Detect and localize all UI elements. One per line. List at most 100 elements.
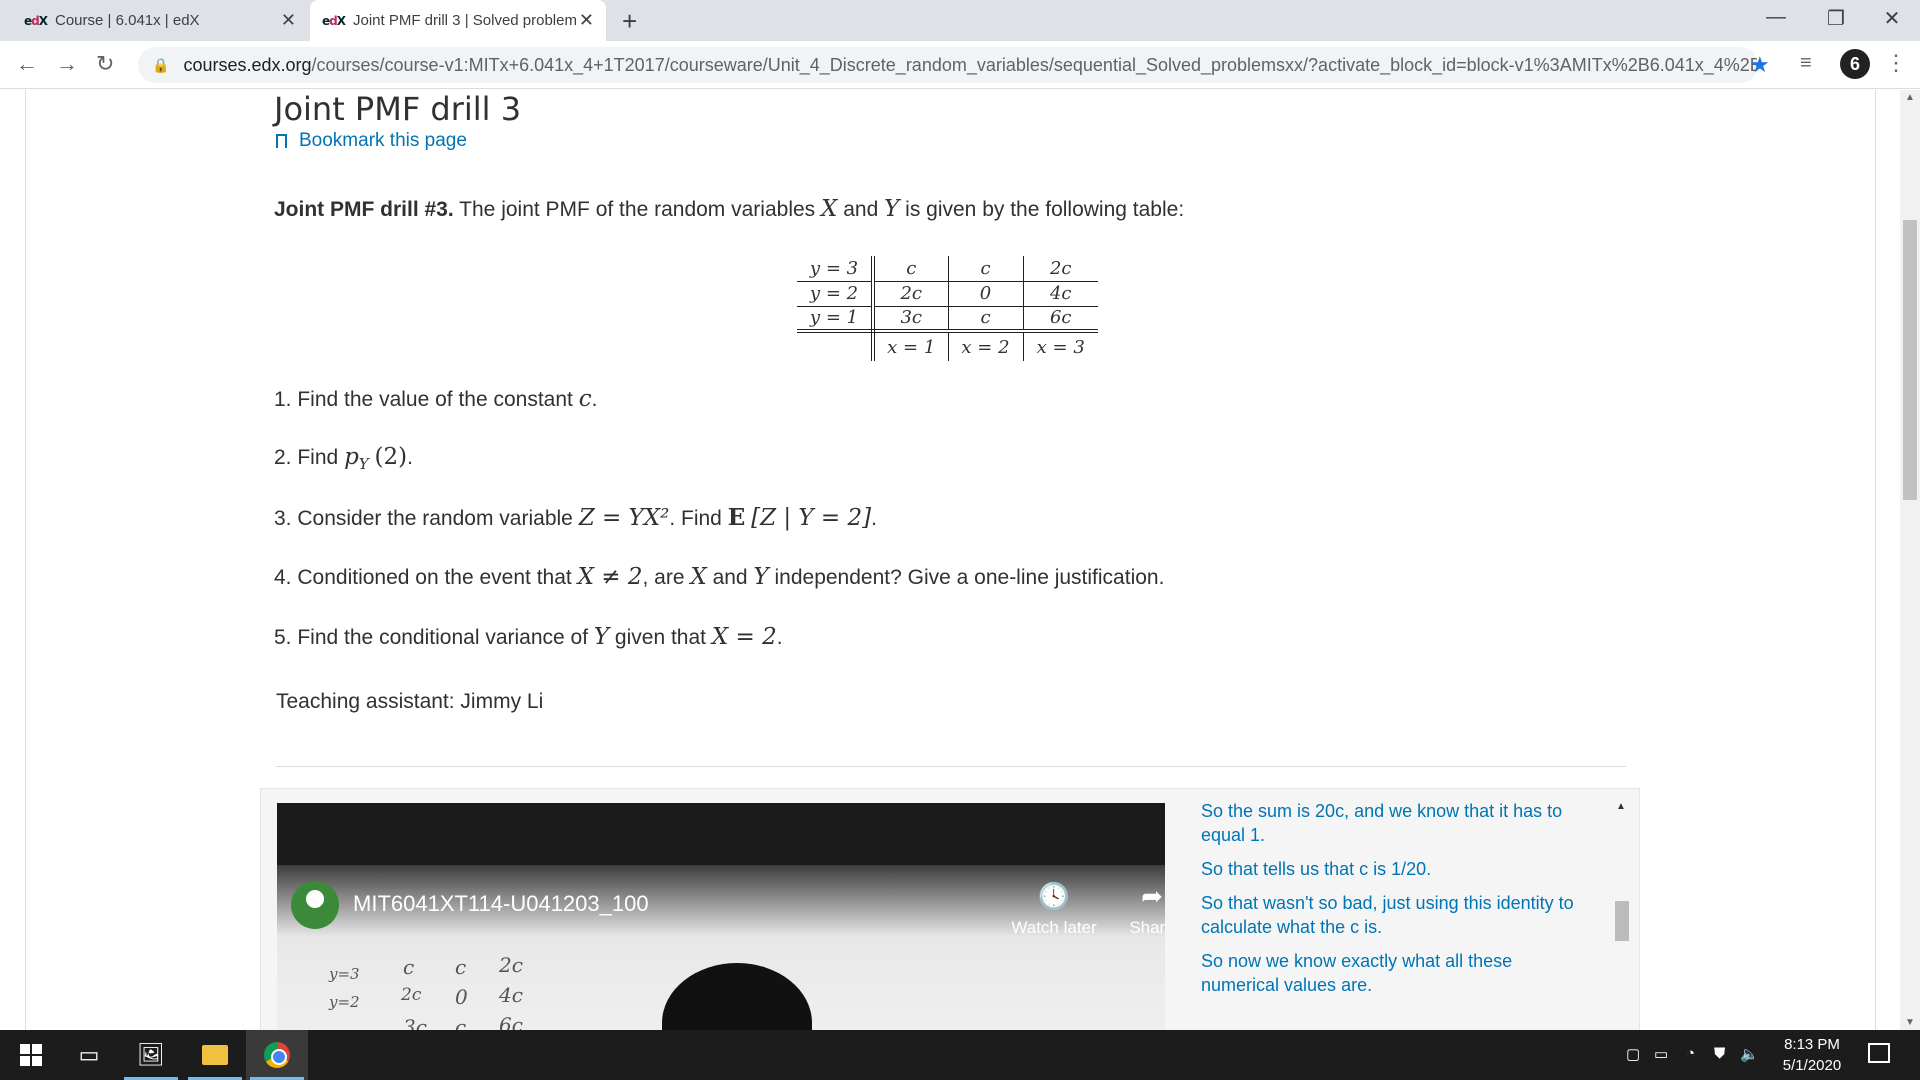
watch-later-label: Watch later xyxy=(1011,918,1097,937)
board-text: 0 xyxy=(455,985,468,1009)
question-text: Conditioned on the event that xyxy=(297,566,572,589)
question-text: Consider the random variable xyxy=(297,507,573,530)
question-text: Find the value of the constant xyxy=(297,388,573,411)
scroll-thumb[interactable] xyxy=(1615,901,1629,941)
question-number: 1. xyxy=(274,388,292,411)
tray-square-icon[interactable]: ▢ xyxy=(1626,1045,1640,1063)
close-window-button[interactable]: ✕ xyxy=(1862,6,1920,31)
table-cell: 4c xyxy=(1023,281,1098,307)
table-cell: 2c xyxy=(1023,256,1098,282)
profile-avatar[interactable]: 6 xyxy=(1840,49,1870,79)
question-text: given that xyxy=(614,626,706,649)
scroll-down-icon[interactable]: ▼ xyxy=(1905,1017,1915,1028)
question-number: 2. xyxy=(274,446,292,469)
channel-avatar[interactable] xyxy=(291,881,339,929)
math: X xyxy=(690,564,707,590)
page-title: Joint PMF drill 3 xyxy=(274,90,522,128)
teaching-assistant: Teaching assistant: Jimmy Li xyxy=(276,690,544,713)
taskbar-app-chrome[interactable] xyxy=(246,1030,308,1080)
page-content: Joint PMF drill 3 Bookmark this page Joi… xyxy=(0,90,1900,1030)
tab-joint-pmf[interactable]: edX Joint PMF drill 3 | Solved problem ✕ xyxy=(310,0,606,41)
tab-course[interactable]: edX Course | 6.041x | edX ✕ xyxy=(12,0,308,41)
math: Y xyxy=(753,564,769,590)
transcript-panel: So the sum is 20c, and we know that it h… xyxy=(1181,789,1621,1030)
intro-and: and xyxy=(843,198,879,221)
board-text: c xyxy=(455,955,467,979)
question-number: 3. xyxy=(274,507,292,530)
row-label: y = 1 xyxy=(797,306,875,333)
share-button[interactable]: ➦ Share xyxy=(1107,881,1165,938)
new-tab-button[interactable]: + xyxy=(622,6,637,37)
board-text: y=3 xyxy=(329,965,360,983)
url-path: /courses/course-v1:MITx+6.041x_4+1T2017/… xyxy=(311,54,1758,75)
clock[interactable]: 8:13 PM 5/1/2020 xyxy=(1762,1034,1862,1076)
lock-icon: 🔒 xyxy=(152,56,170,73)
question-text: Find the conditional variance of xyxy=(297,626,589,649)
board-text: 2c xyxy=(499,953,523,977)
taskbar-app-photos[interactable]: 🖼 xyxy=(120,1030,182,1080)
minimize-button[interactable]: — xyxy=(1746,6,1806,29)
question-text: Find xyxy=(297,446,339,469)
bookmark-button[interactable]: Bookmark this page xyxy=(276,130,467,152)
volume-icon[interactable]: 🔈 xyxy=(1740,1045,1759,1063)
transcript-line[interactable]: So the sum is 20c, and we know that it h… xyxy=(1181,799,1591,847)
scroll-up-icon[interactable]: ▲ xyxy=(1905,92,1915,103)
math: [Z | Y = 2] xyxy=(751,505,872,531)
row-label: y = 2 xyxy=(797,281,875,307)
taskbar-app-explorer[interactable] xyxy=(184,1030,246,1080)
address-bar[interactable]: 🔒 courses.edx.org/courses/course-v1:MITx… xyxy=(138,47,1758,83)
tab-title: Joint PMF drill 3 | Solved problem xyxy=(353,12,577,29)
clock-date: 5/1/2020 xyxy=(1782,1057,1842,1074)
video-title[interactable]: MIT6041XT114-U041203_100 xyxy=(353,891,649,917)
question-text: independent? Give a one-line justificati… xyxy=(774,566,1165,589)
question-text: . xyxy=(407,446,413,469)
math: Z = YX² xyxy=(578,505,670,531)
back-button[interactable]: ← xyxy=(16,51,38,77)
share-label: Share xyxy=(1129,918,1165,937)
board-text: 3c xyxy=(403,1015,427,1030)
table-cell: 6c xyxy=(1023,306,1098,333)
column-label: x = 2 xyxy=(948,331,1024,361)
tab-strip: edX Course | 6.041x | edX ✕ edX Joint PM… xyxy=(0,0,1920,41)
battery-icon[interactable]: ▭ xyxy=(1654,1045,1668,1063)
notifications-icon[interactable] xyxy=(1868,1043,1890,1063)
chrome-icon xyxy=(264,1042,290,1068)
transcript-line[interactable]: So that wasn't so bad, just using this i… xyxy=(1181,891,1591,939)
bookmark-star-icon[interactable]: ★ xyxy=(1750,52,1770,78)
math: c xyxy=(578,386,592,412)
watch-later-button[interactable]: 🕓 Watch later xyxy=(1009,881,1099,938)
var-y: Y xyxy=(884,196,900,222)
scroll-thumb[interactable] xyxy=(1903,220,1917,500)
question-3: 3. Consider the random variable Z = YX².… xyxy=(274,504,877,531)
question-text: . xyxy=(871,507,877,530)
board-text: 4c xyxy=(499,983,523,1007)
scroll-up-icon[interactable]: ▲ xyxy=(1613,801,1629,812)
task-view-icon: ▭ xyxy=(78,1042,100,1067)
forward-button[interactable]: → xyxy=(56,51,78,77)
math-subscript: Y xyxy=(358,455,369,474)
transcript-line[interactable]: So that tells us that c is 1/20. xyxy=(1181,857,1591,881)
table-cell: c xyxy=(948,256,1024,282)
task-view-button[interactable]: ▭ xyxy=(58,1030,120,1080)
question-number: 4. xyxy=(274,566,292,589)
close-tab-icon[interactable]: ✕ xyxy=(579,10,594,31)
start-button[interactable] xyxy=(0,1030,62,1080)
url-host: courses.edx.org xyxy=(183,54,312,75)
table-corner xyxy=(797,331,875,361)
video-player[interactable]: MIT6041XT114-U041203_100 🕓 Watch later ➦… xyxy=(277,803,1165,1030)
menu-icon[interactable]: ⋮ xyxy=(1885,50,1907,76)
transcript-scrollbar[interactable]: ▲ xyxy=(1613,801,1629,1030)
joint-pmf-table: y = 3 c c 2c y = 2 2c 0 4c y = 1 3c c 6c… xyxy=(797,256,1098,361)
question-text: . xyxy=(591,388,598,411)
page-scrollbar[interactable]: ▲ ▼ xyxy=(1900,90,1920,1030)
restore-button[interactable]: ❐ xyxy=(1806,6,1866,31)
reading-list-icon[interactable]: ≡ xyxy=(1800,52,1812,75)
wifi-icon[interactable]: ◔ xyxy=(1686,1045,1695,1062)
transcript-line[interactable]: So now we know exactly what all these nu… xyxy=(1181,949,1591,997)
shield-icon[interactable]: ⛊ xyxy=(1714,1045,1725,1062)
close-tab-icon[interactable]: ✕ xyxy=(281,10,296,31)
clock-time: 8:13 PM xyxy=(1784,1036,1840,1053)
reload-button[interactable]: ↻ xyxy=(96,51,114,77)
intro-text-end: is given by the following table: xyxy=(905,198,1185,221)
share-icon: ➦ xyxy=(1141,881,1163,911)
